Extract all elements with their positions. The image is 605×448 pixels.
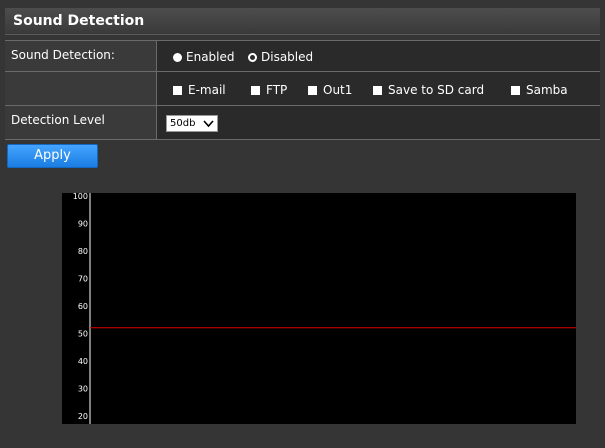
disabled-radio-option[interactable]: Disabled [248, 50, 313, 64]
y-tick-label: 20 [78, 412, 88, 421]
sound-detection-options: Enabled Disabled [165, 41, 600, 71]
y-tick-label: 30 [78, 384, 88, 393]
sd-card-checkbox-label: Save to SD card [388, 83, 485, 97]
ftp-checkbox-option[interactable]: FTP [251, 83, 287, 97]
section-title: Sound Detection [13, 13, 145, 29]
disabled-radio-label: Disabled [261, 50, 314, 64]
chevron-down-icon [203, 116, 214, 134]
y-tick-label: 40 [78, 357, 88, 366]
samba-checkbox-option[interactable]: Samba [511, 83, 568, 97]
sound-detection-label: Sound Detection: [11, 48, 115, 62]
email-checkbox-label: E-mail [188, 83, 226, 97]
y-tick-label: 80 [78, 247, 88, 256]
detection-level-select[interactable]: 50db [166, 115, 218, 132]
sound-level-chart-svg: 100 90 80 70 60 50 40 30 20 [73, 193, 576, 424]
detection-level-label-cell: Detection Level [5, 106, 157, 139]
actions-options: E-mail FTP Out1 Save to SD card Samba [165, 72, 600, 105]
detection-level-row: Detection Level 50db [5, 105, 600, 140]
sd-card-checkbox-option[interactable]: Save to SD card [373, 83, 484, 97]
apply-button[interactable]: Apply [7, 144, 98, 168]
y-tick-label: 90 [78, 219, 88, 228]
sound-level-chart: 100 90 80 70 60 50 40 30 20 [62, 193, 576, 424]
detection-level-label: Detection Level [11, 113, 105, 127]
sound-detection-panel: Sound Detection Sound Detection: Enabled… [0, 0, 605, 448]
ftp-checkbox-label: FTP [266, 83, 288, 97]
ftp-checkbox[interactable] [251, 85, 260, 95]
email-checkbox[interactable] [173, 85, 182, 95]
section-header: Sound Detection [5, 8, 600, 35]
out1-checkbox-option[interactable]: Out1 [308, 83, 352, 97]
out1-checkbox-label: Out1 [323, 83, 353, 97]
detection-level-value: 50db [165, 106, 600, 139]
enabled-radio-label: Enabled [186, 50, 235, 64]
y-tick-label: 100 [73, 193, 88, 201]
samba-checkbox-label: Samba [526, 83, 568, 97]
y-tick-label: 60 [78, 302, 88, 311]
actions-row: E-mail FTP Out1 Save to SD card Samba [5, 71, 600, 105]
sd-card-checkbox[interactable] [373, 85, 382, 95]
out1-checkbox[interactable] [308, 85, 317, 95]
sound-detection-label-cell: Sound Detection: [5, 41, 157, 71]
y-tick-label: 50 [78, 329, 88, 338]
detection-level-selected: 50db [170, 118, 196, 129]
enabled-radio-option[interactable]: Enabled [173, 50, 235, 64]
email-checkbox-option[interactable]: E-mail [173, 83, 226, 97]
sound-detection-row: Sound Detection: Enabled Disabled [5, 40, 600, 71]
samba-checkbox[interactable] [511, 85, 520, 95]
enabled-radio[interactable] [173, 52, 182, 62]
disabled-radio[interactable] [248, 52, 257, 62]
y-tick-label: 70 [78, 274, 88, 283]
actions-label-cell [5, 72, 157, 105]
